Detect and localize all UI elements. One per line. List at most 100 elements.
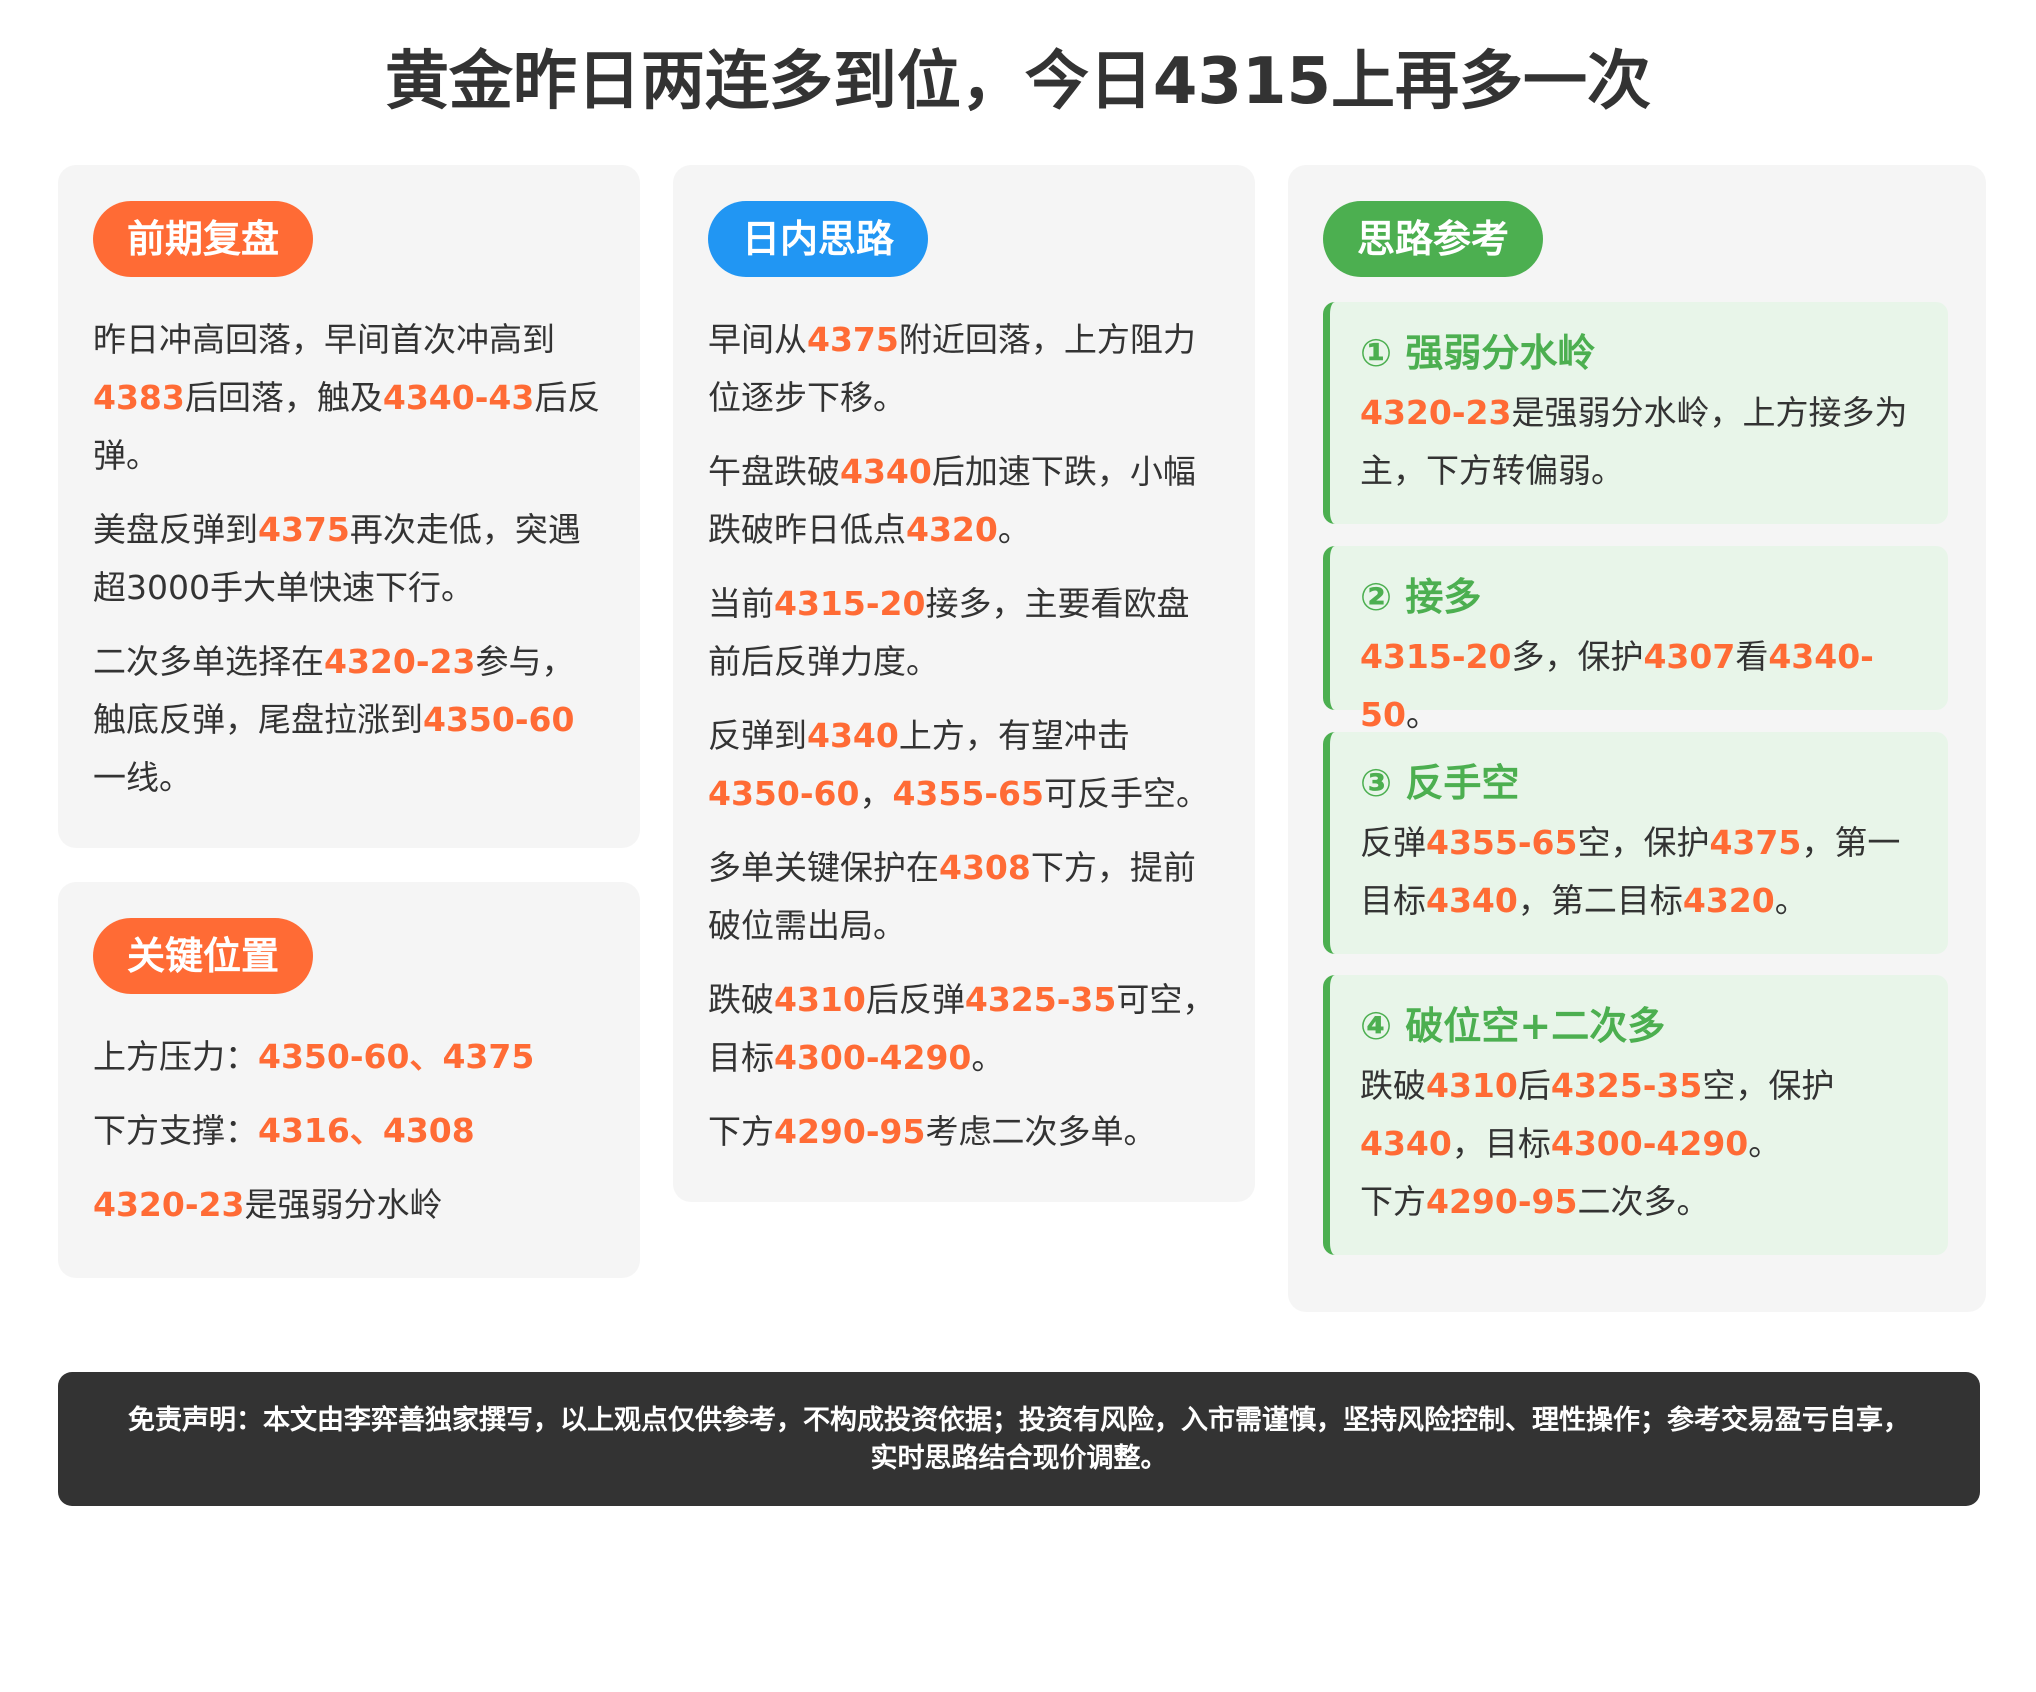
strategy-2: ② 接多 4315-20多，保护4307看4340-50。: [1323, 546, 1948, 734]
text: 可反手空。: [1043, 774, 1209, 813]
text: 下方: [708, 1112, 774, 1151]
price-highlight: 4300-4290: [774, 1038, 972, 1077]
text: ，目标: [1451, 1124, 1551, 1163]
strategy-3-title: ③ 反手空: [1360, 761, 1520, 805]
text: 。: [997, 510, 1031, 549]
price-highlight: 4320-23: [1360, 393, 1512, 432]
resistance-label: 上方压力：: [93, 1037, 258, 1076]
text: 跌破: [708, 980, 774, 1019]
intraday-card: 日内思路 早间从4375附近回落，上方阻力位逐步下移。 午盘跌破4340后加速下…: [673, 165, 1255, 1202]
levels-badge: 关键位置: [93, 918, 314, 994]
strategy-2-title: ② 接多: [1360, 575, 1482, 619]
text: 后反弹: [865, 980, 965, 1019]
price-highlight: 4340: [1360, 1124, 1452, 1163]
price-highlight: 4310: [1426, 1066, 1518, 1105]
text: 。: [971, 1038, 1005, 1077]
text: 二次多。: [1577, 1182, 1710, 1221]
reference-badge: 思路参考: [1323, 201, 1544, 277]
intraday-paragraph-2: 午盘跌破4340后加速下跌，小幅跌破昨日低点4320。: [708, 443, 1220, 559]
price-highlight: 4350-60: [708, 774, 860, 813]
text: 二次多单选择在: [93, 642, 324, 681]
price-highlight: 4315-20: [1360, 637, 1512, 676]
text: 美盘反弹到: [93, 510, 258, 549]
review-paragraph-2: 美盘反弹到4375再次走低，突遇超3000手大单快速下行。: [93, 501, 605, 617]
price-highlight: 4325-35: [1550, 1066, 1703, 1105]
price-highlight: 4320: [906, 510, 998, 549]
price-highlight: 4350-60: [423, 700, 575, 739]
text: 考虑二次多单。: [925, 1112, 1157, 1151]
reference-card: 思路参考 ① 强弱分水岭 4320-23是强弱分水岭，上方接多为主，下方转偏弱。…: [1288, 165, 1986, 1312]
disclaimer-line-1: 免责声明：本文由李弈善独家撰写，以上观点仅供参考，不构成投资依据；投资有风险，入…: [128, 1405, 1910, 1436]
price-highlight: 4308: [939, 848, 1031, 887]
price-highlight: 4325-35: [964, 980, 1117, 1019]
text: 午盘跌破: [708, 452, 840, 491]
text: 看: [1735, 637, 1769, 676]
price-highlight: 4320-23: [93, 1185, 245, 1224]
strategy-3-body: 反弹4355-65空，保护4375，第一目标4340，第二目标4320。: [1360, 814, 1926, 930]
review-badge: 前期复盘: [93, 201, 314, 277]
review-body: 昨日冲高回落，早间首次冲高到4383后回落，触及4340-43后反弹。 美盘反弹…: [93, 311, 605, 823]
intraday-paragraph-5: 多单关键保护在4308下方，提前破位需出局。: [708, 839, 1220, 955]
intraday-paragraph-4: 反弹到4340上方，有望冲击 4350-60，4355-65可反手空。: [708, 707, 1220, 823]
text: ，第二目标: [1517, 881, 1683, 920]
price-highlight: 4290-95: [1426, 1182, 1578, 1221]
price-highlight: 4350-60: [258, 1037, 410, 1076]
text: 反弹: [1360, 823, 1426, 862]
price-highlight: 4307: [1643, 637, 1736, 676]
review-paragraph-1: 昨日冲高回落，早间首次冲高到4383后回落，触及4340-43后反弹。: [93, 311, 605, 485]
text: ，: [859, 774, 893, 813]
price-highlight: 4355-65: [892, 774, 1044, 813]
price-highlight: 4375: [442, 1037, 535, 1076]
strategy-4-title: ④ 破位空+二次多: [1360, 1004, 1666, 1048]
text: 多单关键保护在: [708, 848, 939, 887]
price-highlight: 4383: [93, 378, 185, 417]
text: 一线。: [93, 758, 192, 797]
price-highlight: 4290-95: [774, 1112, 926, 1151]
watershed-row: 4320-23是强弱分水岭: [93, 1176, 605, 1234]
strategy-3: ③ 反手空 反弹4355-65空，保护4375，第一目标4340，第二目标432…: [1323, 732, 1948, 954]
strategy-1: ① 强弱分水岭 4320-23是强弱分水岭，上方接多为主，下方转偏弱。: [1323, 302, 1948, 524]
separator: 、: [409, 1037, 443, 1076]
price-highlight: 4308: [382, 1111, 475, 1150]
text: 上方，有望冲击: [898, 716, 1130, 755]
review-paragraph-3: 二次多单选择在4320-23参与，触底反弹，尾盘拉涨到4350-60一线。: [93, 633, 605, 807]
strategy-4: ④ 破位空+二次多 跌破4310后4325-35空，保护 4340，目标4300-…: [1323, 975, 1948, 1255]
price-highlight: 4310: [774, 980, 866, 1019]
intraday-badge: 日内思路: [708, 201, 929, 277]
text: 。: [1748, 1124, 1782, 1163]
price-highlight: 4340: [840, 452, 932, 491]
separator: 、: [349, 1111, 383, 1150]
strategy-1-body: 4320-23是强弱分水岭，上方接多为主，下方转偏弱。: [1360, 384, 1926, 500]
strategy-4-body: 跌破4310后4325-35空，保护 4340，目标4300-4290。 下方429…: [1360, 1057, 1926, 1231]
text: 空，保护: [1577, 823, 1710, 862]
intraday-paragraph-6: 跌破4310后反弹4325-35可空，目标4300-4290。: [708, 971, 1220, 1087]
strategy-2-body: 4315-20多，保护4307看4340-50。: [1360, 628, 1926, 744]
text: 下方: [1360, 1182, 1426, 1221]
text: 反弹到: [708, 716, 807, 755]
levels-card: 关键位置 上方压力：4350-60、4375 下方支撑：4316、4308 43…: [58, 882, 640, 1278]
intraday-paragraph-3: 当前4315-20接多，主要看欧盘前后反弹力度。: [708, 575, 1220, 691]
price-highlight: 4355-65: [1426, 823, 1578, 862]
text: 后: [1517, 1066, 1551, 1105]
resistance-row: 上方压力：4350-60、4375: [93, 1028, 605, 1086]
price-highlight: 4375: [807, 320, 899, 359]
disclaimer-line-2: 实时思路结合现价调整。: [870, 1443, 1168, 1474]
price-highlight: 4320: [1682, 881, 1775, 920]
price-highlight: 4340: [807, 716, 899, 755]
text: 后回落，触及: [184, 378, 383, 417]
price-highlight: 4340: [1426, 881, 1518, 920]
text: 早间从: [708, 320, 807, 359]
page-title: 黄金昨日两连多到位，今日4315上再多一次: [384, 45, 1652, 119]
text: 当前: [708, 584, 774, 623]
price-highlight: 4316: [258, 1111, 350, 1150]
disclaimer-box: 免责声明：本文由李弈善独家撰写，以上观点仅供参考，不构成投资依据；投资有风险，入…: [58, 1372, 1980, 1506]
text: 昨日冲高回落，早间首次冲高到: [93, 320, 555, 359]
support-row: 下方支撑：4316、4308: [93, 1102, 605, 1160]
support-label: 下方支撑：: [93, 1111, 258, 1150]
intraday-paragraph-1: 早间从4375附近回落，上方阻力位逐步下移。: [708, 311, 1220, 427]
text: 空，保护: [1702, 1066, 1835, 1105]
price-highlight: 4375: [1709, 823, 1802, 862]
intraday-body: 早间从4375附近回落，上方阻力位逐步下移。 午盘跌破4340后加速下跌，小幅跌…: [708, 311, 1220, 1177]
intraday-paragraph-7: 下方4290-95考虑二次多单。: [708, 1103, 1220, 1161]
price-highlight: 4375: [258, 510, 350, 549]
